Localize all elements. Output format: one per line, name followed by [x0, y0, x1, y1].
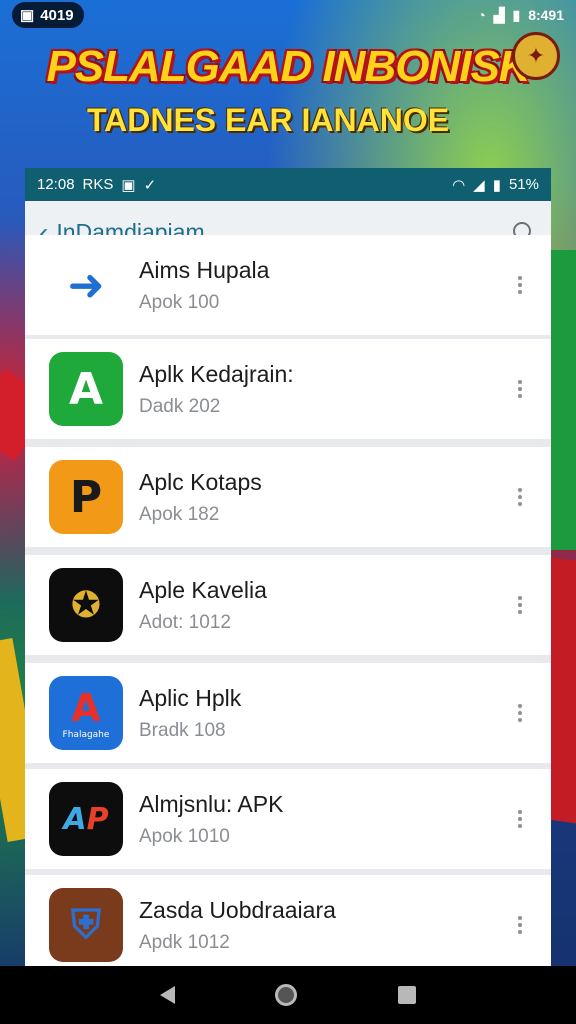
app-name: Aplk Kedajrain:: [139, 360, 294, 387]
signal-icon: ▟: [493, 6, 505, 23]
more-options-icon[interactable]: [505, 704, 535, 722]
app-name: Aplic Hplk: [139, 684, 242, 711]
garuda-emblem-icon: ✦: [512, 32, 560, 80]
list-item[interactable]: P Aplc Kotaps Apok 182: [25, 447, 551, 547]
image-icon: ▣: [121, 176, 136, 194]
green-a-icon: A: [49, 352, 123, 426]
app-name: Aims Hupala: [139, 256, 270, 283]
shield-icon: ⛨: [49, 888, 123, 962]
icon-caption: Fhalagahe: [62, 730, 110, 740]
more-options-icon[interactable]: [505, 810, 535, 828]
app-version: Apok 1010: [139, 825, 230, 847]
app-version: Apok 100: [139, 291, 220, 313]
notification-pill-text: 4019: [40, 6, 74, 24]
app-version: Dadk 202: [139, 395, 221, 417]
list-item[interactable]: A Fhalagahe Aplic Hplk Bradk 108: [25, 663, 551, 763]
wifi-icon: ◠: [452, 176, 466, 194]
top-status-right: ◔ ▟ ▮ 8:491: [477, 7, 564, 24]
list-item[interactable]: A Aplk Kedajrain: Dadk 202: [25, 339, 551, 439]
top-status-right-text: 8:491: [528, 7, 564, 23]
phone-status-left: 12:08 RKS ▣ ✓: [37, 176, 156, 194]
app-name: Zasda Uobdraaiara: [139, 896, 336, 923]
list-item[interactable]: ✪ Aple Kavelia Adot: 1012: [25, 555, 551, 655]
phone-time: 12:08: [37, 176, 75, 193]
list-item[interactable]: AP Almjsnlu: APK Apok 1010: [25, 769, 551, 869]
blue-arrow-icon: ➜: [49, 248, 123, 322]
wifi-icon: ◔: [477, 7, 486, 23]
more-options-icon[interactable]: [505, 916, 535, 934]
top-status-bar: ▣ 4019 ◔ ▟ ▮ 8:491: [0, 0, 576, 30]
phone-status-bar: 12:08 RKS ▣ ✓ ◠ ◢ ▮ 51%: [25, 168, 551, 201]
app-version: Bradk 108: [139, 719, 226, 741]
nav-back-icon[interactable]: [160, 986, 176, 1004]
list-item[interactable]: ➜ Aims Hupala Apok 100: [25, 235, 551, 335]
app-name: Aple Kavelia: [139, 576, 267, 603]
more-options-icon[interactable]: [505, 596, 535, 614]
check-icon: ✓: [143, 176, 157, 194]
blue-a-icon: A Fhalagahe: [49, 676, 123, 750]
phone-battery: 51%: [508, 176, 539, 193]
app-version: Apok 182: [139, 503, 220, 525]
emblem-icon: ✪: [49, 568, 123, 642]
app-version: Adot: 1012: [139, 611, 231, 633]
phone-status-right: ◠ ◢ ▮ 51%: [452, 176, 539, 194]
app-name: Almjsnlu: APK: [139, 790, 284, 817]
battery-icon: ▮: [512, 6, 521, 23]
signal-icon: ◢: [473, 176, 485, 194]
phone-carrier: RKS: [82, 176, 114, 193]
app-version: Apdk 1012: [139, 931, 230, 953]
system-nav-bar: [0, 966, 576, 1024]
battery-icon: ▮: [492, 176, 501, 194]
banner-subtitle: TADNES EAR IANANOE: [86, 102, 450, 138]
ap-icon: AP: [49, 782, 123, 856]
android-icon: ▣: [20, 7, 35, 24]
nav-home-icon[interactable]: [275, 984, 298, 1006]
more-options-icon[interactable]: [505, 276, 535, 294]
orange-p-icon: P: [49, 460, 123, 534]
app-name: Aplc Kotaps: [139, 468, 262, 495]
app-list: ➜ Aims Hupala Apok 100 A Aplk Kedajrain:…: [25, 235, 551, 966]
icon-letter: A: [71, 686, 101, 730]
list-item[interactable]: ⛨ Zasda Uobdraaiara Apdk 1012: [25, 875, 551, 966]
phone-screen: 12:08 RKS ▣ ✓ ◠ ◢ ▮ 51% ‹ InDamdiapiam ➜…: [25, 168, 551, 966]
notification-pill: ▣ 4019: [12, 2, 84, 28]
banner-title: PSLALGAAD INBONISK: [46, 42, 530, 91]
more-options-icon[interactable]: [505, 380, 535, 398]
nav-recents-icon[interactable]: [397, 986, 416, 1004]
more-options-icon[interactable]: [505, 488, 535, 506]
